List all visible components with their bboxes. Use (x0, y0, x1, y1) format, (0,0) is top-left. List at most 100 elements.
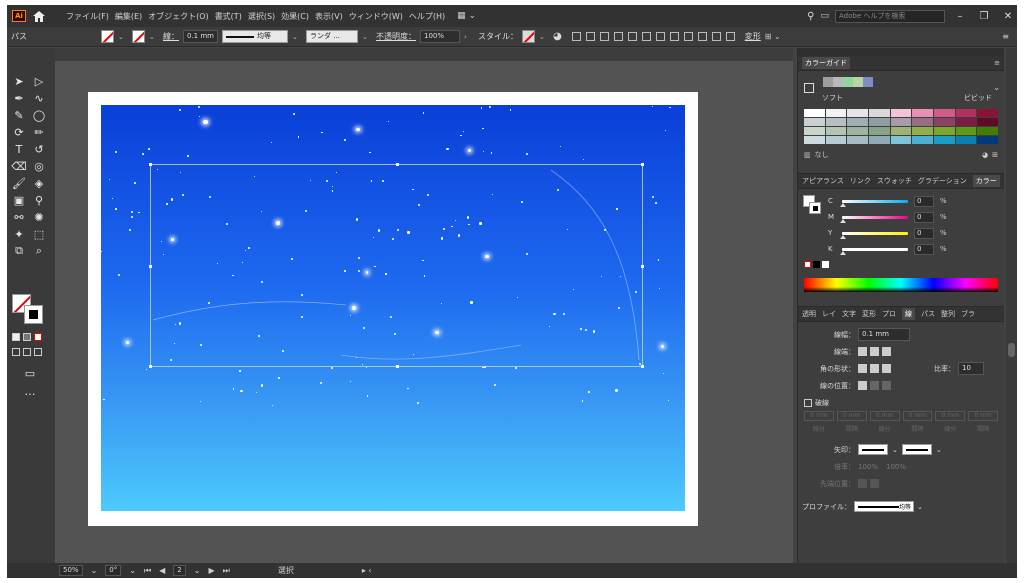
screen-mode-icon[interactable]: ▭ (23, 366, 37, 380)
chevron-down-icon[interactable]: ⌄ (362, 33, 372, 41)
variation-swatch[interactable] (804, 127, 825, 135)
selection-tool-icon[interactable]: ➤ (12, 74, 26, 88)
variation-swatch[interactable] (955, 109, 977, 117)
chevron-down-icon[interactable]: ⌄ (129, 566, 136, 575)
variation-swatch[interactable] (804, 118, 825, 126)
stroke-width-field[interactable]: 0.1 mm (183, 30, 218, 43)
dashed-checkbox[interactable] (804, 398, 812, 407)
variation-swatch[interactable] (825, 118, 847, 126)
tab-color[interactable]: カラー (972, 175, 1000, 187)
chevron-down-icon[interactable]: ⌄ (194, 566, 201, 575)
resize-handle[interactable] (641, 365, 644, 368)
transform-link[interactable]: 変形 (745, 31, 761, 42)
menu-object[interactable]: オブジェクト(O) (148, 11, 209, 22)
scale-end-field[interactable]: 100% (886, 463, 906, 471)
variation-swatch[interactable] (955, 136, 977, 144)
stroke-profile-select[interactable]: 均等 (222, 30, 288, 43)
variation-swatch[interactable] (933, 109, 955, 117)
variation-swatch[interactable] (912, 118, 933, 126)
dash-value-field[interactable]: 0 mm (935, 411, 966, 421)
align-right-icon[interactable] (599, 32, 609, 41)
arrow-tip-beyond-icon[interactable] (858, 479, 867, 488)
dash-value-field[interactable]: 0 mm (968, 411, 998, 421)
harmony-swatch[interactable] (843, 77, 853, 87)
channel-value-field[interactable]: 0 (914, 243, 934, 255)
distribute-top-icon[interactable] (655, 32, 665, 41)
align-inside-stroke-icon[interactable] (870, 381, 879, 390)
gradient-tool-icon[interactable]: ▣ (12, 193, 26, 207)
opacity-field[interactable]: 100% (420, 30, 460, 43)
harmony-swatch[interactable] (853, 77, 863, 87)
resize-handle[interactable] (641, 163, 644, 166)
tab-stroke[interactable]: 線 (902, 308, 915, 320)
base-color-swatch[interactable] (804, 83, 814, 93)
color-guide-title[interactable]: カラーガイド (802, 57, 850, 69)
align-top-icon[interactable] (613, 32, 623, 41)
paintbrush-tool-icon[interactable]: 🖌 (12, 176, 26, 190)
variation-swatch[interactable] (933, 127, 955, 135)
align-bottom-icon[interactable] (641, 32, 651, 41)
direct-selection-tool-icon[interactable]: ▷ (32, 74, 46, 88)
zoom-tool-icon[interactable]: ⌕ (32, 244, 46, 258)
end-arrow-select[interactable] (901, 444, 932, 455)
rotation-field[interactable]: 0° (105, 565, 122, 576)
night-sky-artwork[interactable] (101, 105, 685, 511)
variation-swatch[interactable] (847, 118, 868, 126)
tab-appearance[interactable]: アピアランス (802, 176, 844, 186)
tab-transparency[interactable]: 透明 (802, 309, 816, 319)
menu-help[interactable]: ヘルプ(H) (409, 11, 445, 22)
restore-icon[interactable]: ❐ (975, 11, 993, 22)
type-tool-icon[interactable]: T (12, 142, 26, 156)
color-variation-grid[interactable] (804, 109, 998, 144)
distribute-bottom-icon[interactable] (683, 32, 693, 41)
discover-icon[interactable]: ⚲ (807, 11, 814, 22)
chevron-down-icon[interactable]: ⌄ (936, 446, 942, 454)
chevron-right-icon[interactable]: › (464, 33, 474, 41)
tab-brushes[interactable]: ブラ (961, 309, 975, 319)
variation-swatch[interactable] (890, 109, 912, 117)
dash-value-field[interactable]: 0 mm (804, 411, 834, 421)
variation-swatch[interactable] (977, 118, 998, 126)
style-swatch[interactable] (522, 30, 535, 43)
menu-window[interactable]: ウィンドウ(W) (349, 11, 403, 22)
variation-swatch[interactable] (977, 136, 998, 144)
tab-properties[interactable]: プロ (882, 309, 896, 319)
harmony-swatches[interactable] (823, 77, 1004, 87)
stroke-swatch[interactable] (132, 30, 145, 43)
variation-swatch[interactable] (804, 136, 825, 144)
round-cap-icon[interactable] (870, 347, 879, 356)
projecting-cap-icon[interactable] (882, 347, 891, 356)
align-outside-stroke-icon[interactable] (882, 381, 891, 390)
menu-view[interactable]: 表示(V) (315, 11, 343, 22)
chevron-down-icon[interactable]: ⌄ (917, 503, 923, 511)
tab-transform[interactable]: 変形 (862, 309, 876, 319)
fill-swatch[interactable] (101, 30, 114, 43)
scale-start-field[interactable]: 100% (858, 463, 878, 471)
fill-stroke-widget[interactable] (12, 294, 44, 324)
workspace-switcher-icon[interactable]: ▦ ⌄ (457, 11, 476, 21)
variation-swatch[interactable] (847, 136, 868, 144)
tab-swatches[interactable]: スウォッチ (877, 176, 912, 186)
zoom-field[interactable]: 50% (59, 565, 83, 576)
eyedropper-tool-icon[interactable]: ⚲ (32, 193, 46, 207)
tab-layers[interactable]: レイ (822, 309, 836, 319)
variation-swatch[interactable] (955, 118, 977, 126)
last-artboard-icon[interactable]: ⏭ (223, 566, 230, 576)
chevron-down-icon[interactable]: ⌄ (149, 33, 159, 41)
tab-gradient[interactable]: グラデーション (918, 176, 967, 186)
variation-swatch[interactable] (890, 118, 912, 126)
distribute-right-icon[interactable] (725, 32, 735, 41)
help-search-input[interactable]: Adobe ヘルプを検索 (835, 9, 945, 23)
variation-swatch[interactable] (933, 136, 955, 144)
variation-swatch[interactable] (977, 127, 998, 135)
selection-bounding-box[interactable] (149, 163, 644, 368)
live-paint-tool-icon[interactable]: ◈ (32, 176, 46, 190)
dash-value-field[interactable]: 0 mm (836, 411, 867, 421)
next-artboard-icon[interactable]: ▶ (208, 566, 214, 575)
variation-swatch[interactable] (825, 127, 847, 135)
color-guide-tab[interactable]: カラーガイド ≡ (798, 56, 1004, 71)
puppet-warp-tool-icon[interactable]: ✦ (12, 227, 26, 241)
variation-swatch[interactable] (890, 127, 912, 135)
variation-swatch[interactable] (977, 109, 998, 117)
status-menu-icon[interactable]: ▸ ‹ (362, 566, 372, 575)
